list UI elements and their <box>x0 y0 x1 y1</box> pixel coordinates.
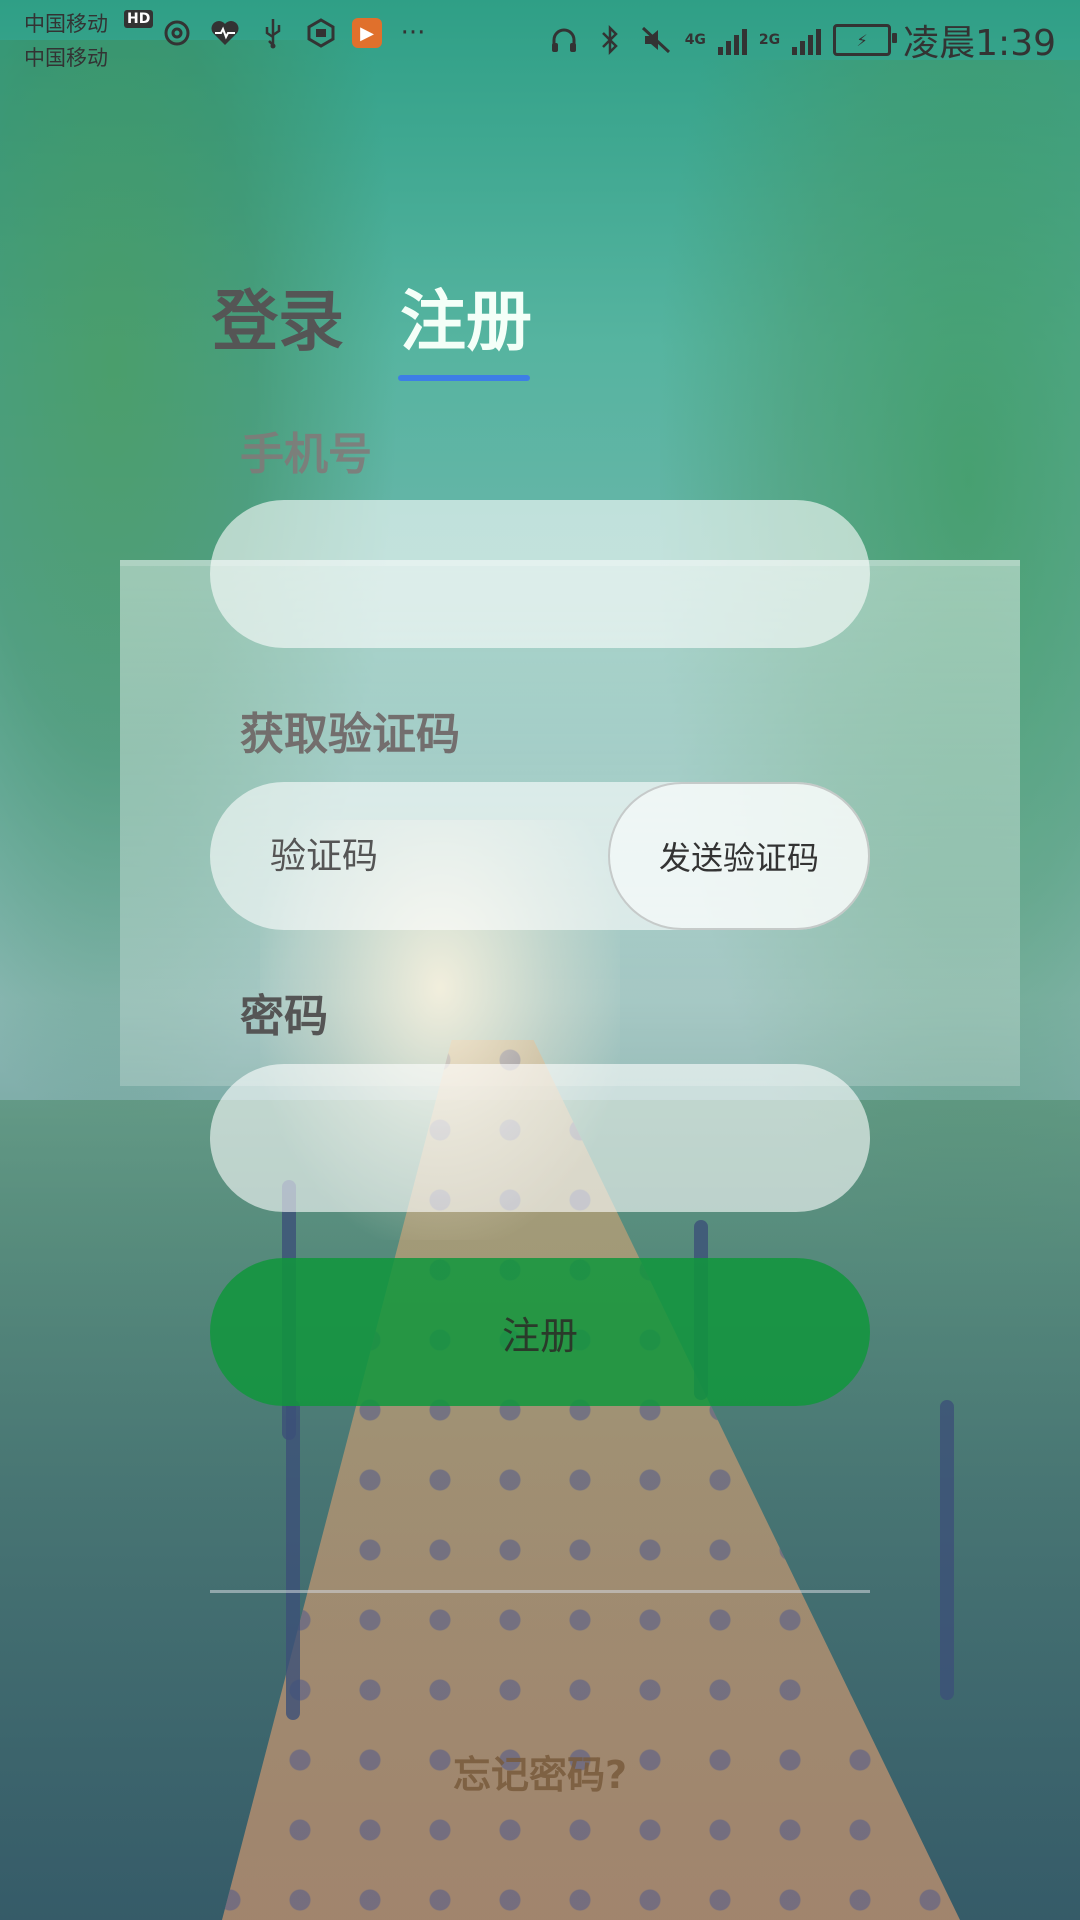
battery-charging-icon: ⚡ <box>833 24 898 56</box>
register-button[interactable]: 注册 <box>210 1258 870 1406</box>
system-icons: 4G 2G ⚡ 凌晨1:39 <box>547 14 1056 66</box>
register-screen: 中国移动 中国移动 HD ▶ ··· 4G 2G ⚡ 凌晨1:39 登录 注册 … <box>0 0 1080 1920</box>
active-tab-indicator <box>398 375 530 381</box>
notification-icons: ▶ ··· <box>160 16 430 50</box>
carrier-label-1: 中国移动 <box>24 12 108 36</box>
tab-login[interactable]: 登录 <box>212 268 344 364</box>
send-code-button[interactable]: 发送验证码 <box>608 782 870 930</box>
usb-icon <box>256 16 290 50</box>
password-label: 密码 <box>240 991 328 1042</box>
heart-rate-icon <box>208 16 242 50</box>
background-pole <box>286 1400 300 1720</box>
netease-music-icon <box>160 16 194 50</box>
video-app-icon: ▶ <box>352 18 382 48</box>
more-dots-icon: ··· <box>400 18 426 48</box>
verification-code-row: 发送验证码 <box>210 782 870 930</box>
network-type-1: 4G <box>684 32 706 48</box>
forgot-password-link[interactable]: 忘记密码? <box>0 1744 1080 1799</box>
background-pole <box>940 1400 954 1700</box>
bluetooth-icon <box>593 23 627 57</box>
network-type-2: 2G <box>758 32 781 48</box>
phone-label: 手机号 <box>240 429 372 480</box>
carrier-label-2: 中国移动 <box>24 46 108 70</box>
mute-icon <box>639 23 673 57</box>
tab-register[interactable]: 注册 <box>400 268 532 364</box>
clock: 凌晨1:39 <box>903 23 1056 64</box>
verification-code-label: 获取验证码 <box>240 709 460 760</box>
headphones-icon <box>547 23 581 57</box>
phone-input[interactable] <box>210 500 870 648</box>
divider <box>210 1590 870 1593</box>
password-input[interactable] <box>210 1064 870 1212</box>
hexagon-app-icon <box>304 16 338 50</box>
hd-badge: HD <box>124 10 154 28</box>
signal-4g-icon <box>717 25 747 55</box>
signal-2g-icon <box>792 25 822 55</box>
status-bar: 中国移动 中国移动 HD ▶ ··· 4G 2G ⚡ 凌晨1:39 <box>0 0 1080 72</box>
